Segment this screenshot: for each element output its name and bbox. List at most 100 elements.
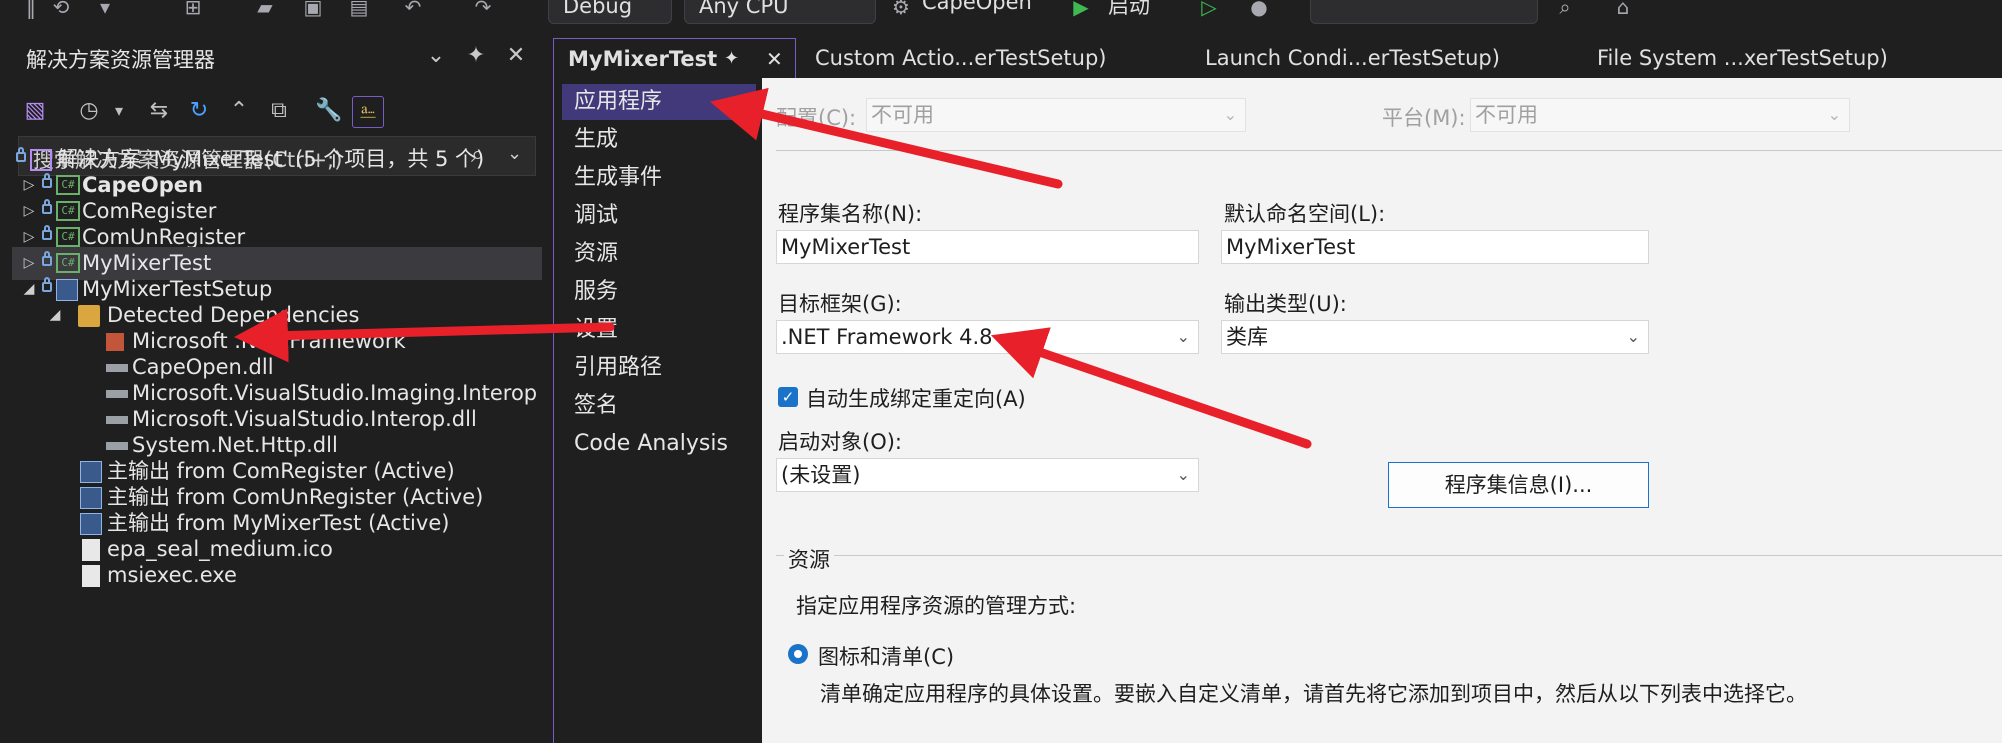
save-icon[interactable]: ▣ <box>300 0 326 20</box>
default-namespace-input[interactable]: MyMixerTest <box>1221 230 1649 264</box>
assembly-name-label: 程序集名称(N): <box>778 202 923 226</box>
output-type-label: 输出类型(U): <box>1224 292 1347 316</box>
startup-project-label[interactable]: CapeOpen <box>922 0 1032 14</box>
folder-open-icon <box>78 305 100 327</box>
nav-debug[interactable]: 调试 <box>562 198 756 234</box>
platform-dropdown[interactable]: Any CPU <box>684 0 876 24</box>
toolbar-search-combo[interactable] <box>1310 0 1538 24</box>
platform-value: 不可用 <box>1475 103 1538 127</box>
nav-signing[interactable]: 签名 <box>562 388 756 424</box>
pin-icon[interactable]: ✦ <box>462 42 490 70</box>
startup-object-dropdown[interactable]: (未设置) ⌄ <box>776 458 1199 492</box>
tab-label: MyMixerTest <box>568 47 718 71</box>
chevron-down-icon: ⌄ <box>1827 105 1841 124</box>
nav-build[interactable]: 生成 <box>562 122 756 158</box>
assembly-info-button[interactable]: 程序集信息(I)... <box>1388 462 1649 508</box>
new-project-icon[interactable]: ⊞ <box>180 0 206 20</box>
nav-application[interactable]: 应用程序 <box>562 84 756 120</box>
pending-changes-dropdown-icon[interactable]: ▾ <box>104 96 134 126</box>
close-panel-icon[interactable]: ✕ <box>502 42 530 70</box>
pin-icon[interactable]: ✦ <box>724 39 739 79</box>
switch-views-icon[interactable]: ▧ <box>20 96 50 126</box>
show-all-files-icon[interactable]: ⧉ <box>264 96 294 126</box>
radio-dot <box>794 650 802 658</box>
manifest-description: 清单确定应用程序的具体设置。要嵌入自定义清单，请首先将它添加到项目中，然后从以下… <box>820 682 1807 706</box>
chevron-down-icon: ⌄ <box>1223 105 1237 124</box>
document-tab-bar: MyMixerTest ✦ ✕ Custom Actio...erTestSet… <box>553 38 2002 78</box>
sync-with-document-icon[interactable]: ⇆ <box>144 96 174 126</box>
target-framework-dropdown[interactable]: .NET Framework 4.8 ⌄ <box>776 320 1199 354</box>
platform-dropdown[interactable]: 不可用 ⌄ <box>1470 98 1850 132</box>
output-type-dropdown[interactable]: 类库 ⌄ <box>1221 320 1649 354</box>
tab-mymixertest[interactable]: MyMixerTest ✦ ✕ <box>553 38 796 78</box>
setup-project-icon <box>56 279 78 301</box>
resources-description: 指定应用程序资源的管理方式: <box>796 594 1077 618</box>
target-framework-label: 目标框架(G): <box>778 292 902 316</box>
auto-binding-checkbox[interactable]: ✓ <box>778 387 798 407</box>
forward-dropdown-icon[interactable]: ▾ <box>92 0 118 20</box>
lock-icon <box>42 225 52 240</box>
find-in-files-icon[interactable]: ⌕ <box>1552 0 1578 20</box>
redo-icon[interactable]: ↷ <box>470 0 496 20</box>
lock-icon <box>42 173 52 188</box>
start-debugging-icon[interactable]: ▶ <box>1068 0 1094 20</box>
tree-row-file[interactable]: msiexec.exe <box>12 559 542 592</box>
lock-icon <box>16 147 26 162</box>
back-icon[interactable]: ⟲ <box>48 0 74 20</box>
home-icon[interactable]: ⌂ <box>1610 0 1636 20</box>
target-framework-value: .NET Framework 4.8 <box>781 325 993 349</box>
toolbar-grip-icon: ‖ <box>26 0 36 19</box>
icon-manifest-label[interactable]: 图标和清单(C) <box>818 641 954 671</box>
output-type-value: 类库 <box>1226 325 1268 349</box>
icon-manifest-radio[interactable] <box>788 644 808 664</box>
assembly-name-input[interactable]: MyMixerTest <box>776 230 1199 264</box>
nav-code-analysis[interactable]: Code Analysis <box>562 426 756 462</box>
lock-icon <box>42 251 52 266</box>
nav-resources[interactable]: 资源 <box>562 236 756 272</box>
nav-reference-paths[interactable]: 引用路径 <box>562 350 756 386</box>
csharp-project-icon: C# <box>56 227 80 247</box>
close-tab-icon[interactable]: ✕ <box>766 39 783 79</box>
config-label: 配置(C): <box>776 106 857 130</box>
startup-object-label: 启动对象(O): <box>778 430 902 454</box>
start-button-label[interactable]: 启动 <box>1108 0 1150 20</box>
primary-output-icon <box>80 487 102 509</box>
solution-icon <box>30 149 52 171</box>
properties-wrench-icon[interactable]: 🔧 <box>314 96 344 126</box>
startup-project-icon: ⚙ <box>892 0 910 19</box>
pending-changes-icon[interactable]: ◷ <box>74 96 104 126</box>
group-divider <box>776 555 2002 556</box>
dll-icon <box>106 390 128 398</box>
chevron-down-icon: ⌄ <box>1626 327 1640 346</box>
resources-group-label: 资源 <box>784 544 834 574</box>
stop-icon[interactable]: ● <box>1246 0 1272 20</box>
editor-area: MyMixerTest ✦ ✕ Custom Actio...erTestSet… <box>553 38 2002 743</box>
tab-custom-actions[interactable]: Custom Actio...erTestSetup) <box>815 38 1106 78</box>
dll-icon <box>106 364 128 372</box>
csharp-project-icon: C# <box>56 201 80 221</box>
auto-binding-label[interactable]: 自动生成绑定重定向(A) <box>806 383 1026 413</box>
save-all-icon[interactable]: ▤ <box>346 0 372 20</box>
tab-file-system[interactable]: File System ...xerTestSetup) <box>1597 38 1888 78</box>
csharp-project-icon: C# <box>56 175 80 195</box>
start-without-debugging-icon[interactable]: ▷ <box>1196 0 1222 20</box>
file-icon <box>82 565 100 587</box>
panel-options-chevron-icon[interactable]: ⌄ <box>422 42 450 70</box>
designer-nav-pane: 应用程序 生成 生成事件 调试 资源 服务 设置 引用路径 签名 Code An… <box>554 78 762 743</box>
nav-services[interactable]: 服务 <box>562 274 756 310</box>
lock-icon <box>42 199 52 214</box>
dll-icon <box>106 442 128 450</box>
nav-settings[interactable]: 设置 <box>562 312 756 348</box>
csharp-project-icon: C# <box>56 253 80 273</box>
open-folder-icon[interactable]: ▰ <box>252 0 278 20</box>
preview-selected-items-icon[interactable]: ⎁ <box>352 96 384 128</box>
undo-icon[interactable]: ↶ <box>400 0 426 20</box>
config-dropdown[interactable]: 不可用 ⌄ <box>866 98 1246 132</box>
chevron-down-icon: ⌄ <box>1176 465 1190 484</box>
primary-output-icon <box>80 513 102 535</box>
refresh-icon[interactable]: ↻ <box>184 96 214 126</box>
nav-build-events[interactable]: 生成事件 <box>562 160 756 196</box>
config-dropdown[interactable]: Debug <box>548 0 672 24</box>
collapse-all-icon[interactable]: ⌃ <box>224 96 254 126</box>
tab-launch-conditions[interactable]: Launch Condi...erTestSetup) <box>1205 38 1500 78</box>
